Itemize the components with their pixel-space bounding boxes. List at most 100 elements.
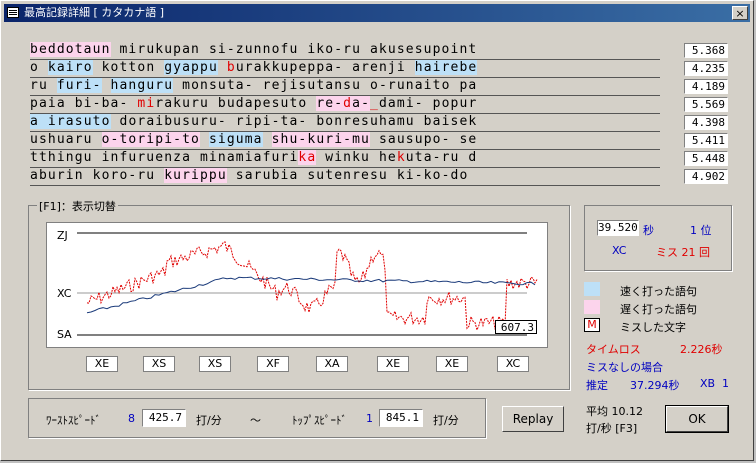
line-segment: kurippu: [164, 168, 227, 183]
line-segment: aburin koro-ru: [30, 168, 165, 183]
legend-slow: 遅く打った語句: [620, 303, 697, 316]
app-icon: [7, 7, 19, 18]
line-segment: kairo: [47, 60, 93, 75]
window-title: 最高記録詳細 [ カタカナ語 ]: [24, 6, 165, 19]
result-group: [584, 205, 732, 271]
estimate-rank: 1: [722, 377, 729, 390]
line-segment: a-: [352, 96, 371, 111]
worst-speed-unit: 打/分: [196, 414, 222, 427]
line-segment: doraibusuru- ripi-ta- bonresuhamu baisek: [110, 114, 478, 129]
typed-line: aburin koro-ru kurippu sarubia sutenresu…: [30, 168, 660, 186]
line-segment: b: [226, 60, 236, 75]
rank-box: XS: [143, 356, 175, 372]
line-time: 5.569: [684, 97, 728, 112]
line-segment: sarubia sutenresu ki-ko-do: [226, 168, 469, 183]
average-unit: 打/秒 [F3]: [586, 422, 638, 435]
line-time: 5.411: [684, 133, 728, 148]
rank-text: 1 位: [690, 224, 712, 237]
close-button[interactable]: ×: [732, 6, 748, 20]
line-segment: furi-: [56, 78, 102, 93]
line-segment: ru: [30, 78, 57, 93]
line-segment: _: [370, 96, 379, 111]
line-segment: rakuru budapesuto: [155, 96, 317, 111]
average-line: [86, 276, 536, 314]
typed-line: tthingu infuruenza minamiafurika winku h…: [30, 150, 660, 168]
line-segment: monsuta- rejisutansu o-runaito pa: [173, 78, 478, 93]
y-label-top: ZJ: [57, 229, 68, 242]
line-segment: [263, 132, 272, 147]
line-segment: d: [343, 96, 353, 111]
top-speed-unit: 打/分: [433, 414, 459, 427]
typed-line: ru furi- hanguru monsuta- rejisutansu o-…: [30, 78, 660, 96]
estimate-grade: XB: [700, 377, 716, 390]
line-time: 4.235: [684, 61, 728, 76]
nomiss-label: ミスなしの場合: [586, 361, 663, 374]
average-speed: 平均 10.12: [586, 405, 643, 418]
speed-line: [86, 241, 538, 332]
speed-graph: [46, 222, 548, 348]
graph-value: 607.3: [495, 320, 537, 334]
typed-line: ushuaru o-toripi-to siguma shu-kuri-mu s…: [30, 132, 660, 150]
slow-swatch: [584, 300, 600, 314]
line-segment: ushuaru: [30, 132, 102, 147]
total-time-field: 39.520: [597, 220, 639, 236]
line-segment: a: [30, 114, 48, 129]
rank-box: XE: [377, 356, 409, 372]
fast-swatch: [584, 282, 600, 296]
top-speed-field: 845.1: [379, 409, 423, 427]
replay-button[interactable]: Replay: [502, 406, 564, 432]
worst-speed-field: 425.7: [142, 409, 186, 427]
rank-box: XE: [436, 356, 468, 372]
ok-button[interactable]: OK: [665, 405, 729, 433]
timeloss-label: タイムロス: [586, 343, 641, 356]
title-bar: 最高記録詳細 [ カタカナ語 ] ×: [4, 4, 750, 22]
line-segment: mirukupan si-zunnofu iko-ru akusesupoint: [110, 42, 478, 57]
line-segment: o-toripi-to: [101, 132, 200, 147]
line-segment: sausupo- se: [370, 132, 478, 147]
line-segment: siguma: [208, 132, 263, 147]
line-segment: uta-ru d: [405, 150, 478, 165]
line-segment: o: [30, 60, 48, 75]
line-segment: hanguru: [110, 78, 174, 93]
line-segment: winku he: [316, 150, 397, 165]
typed-line: o kairo kotton gyappu burakkupeppa- aren…: [30, 60, 660, 78]
line-segment: urakkupeppa- arenji: [235, 60, 415, 75]
line-segment: kotton: [92, 60, 165, 75]
line-segment: re-: [316, 96, 344, 111]
miss-swatch-icon: M: [584, 318, 600, 332]
y-label-mid: XC: [57, 287, 72, 300]
rank-box: XE: [86, 356, 118, 372]
estimate-label: 推定: [586, 379, 608, 392]
line-segment: irasuto: [47, 114, 111, 129]
legend-fast: 速く打った語句: [620, 285, 697, 298]
line-segment: gyappu: [164, 60, 218, 75]
line-segment: ka: [298, 150, 317, 165]
line-segment: [200, 132, 209, 147]
speed-range-tilde: 〜: [250, 414, 261, 427]
line-time: 4.902: [684, 169, 728, 184]
line-segment: hairebe: [414, 60, 478, 75]
rank-box: XF: [257, 356, 289, 372]
line-segment: paia bi-ba-: [30, 96, 138, 111]
worst-speed-label: ﾜｰｽﾄｽﾋﾟｰﾄﾞ: [46, 414, 101, 427]
line-segment: dami- popur: [378, 96, 478, 111]
worst-speed-index: 8: [128, 412, 135, 425]
line-time: 5.368: [684, 43, 728, 58]
line-time: 4.398: [684, 115, 728, 130]
graph-toggle-label: [F1]：表示切替: [37, 198, 118, 214]
legend-miss: ミスした文字: [620, 321, 686, 334]
top-speed-label: ﾄｯﾌﾟｽﾋﾟｰﾄﾞ: [292, 414, 347, 427]
line-segment: [218, 60, 227, 75]
line-segment: k: [396, 150, 406, 165]
y-label-bottom: SA: [57, 328, 72, 341]
grade-text: XC: [612, 244, 627, 257]
rank-box: XC: [497, 356, 529, 372]
miss-count: ミス 21 回: [656, 246, 710, 259]
rank-box: XA: [316, 356, 348, 372]
rank-box: XS: [199, 356, 231, 372]
estimate-time: 37.294秒: [630, 379, 680, 392]
typed-line: beddotaun mirukupan si-zunnofu iko-ru ak…: [30, 42, 660, 60]
line-segment: mi: [137, 96, 156, 111]
line-time: 4.189: [684, 79, 728, 94]
line-segment: [102, 78, 111, 93]
